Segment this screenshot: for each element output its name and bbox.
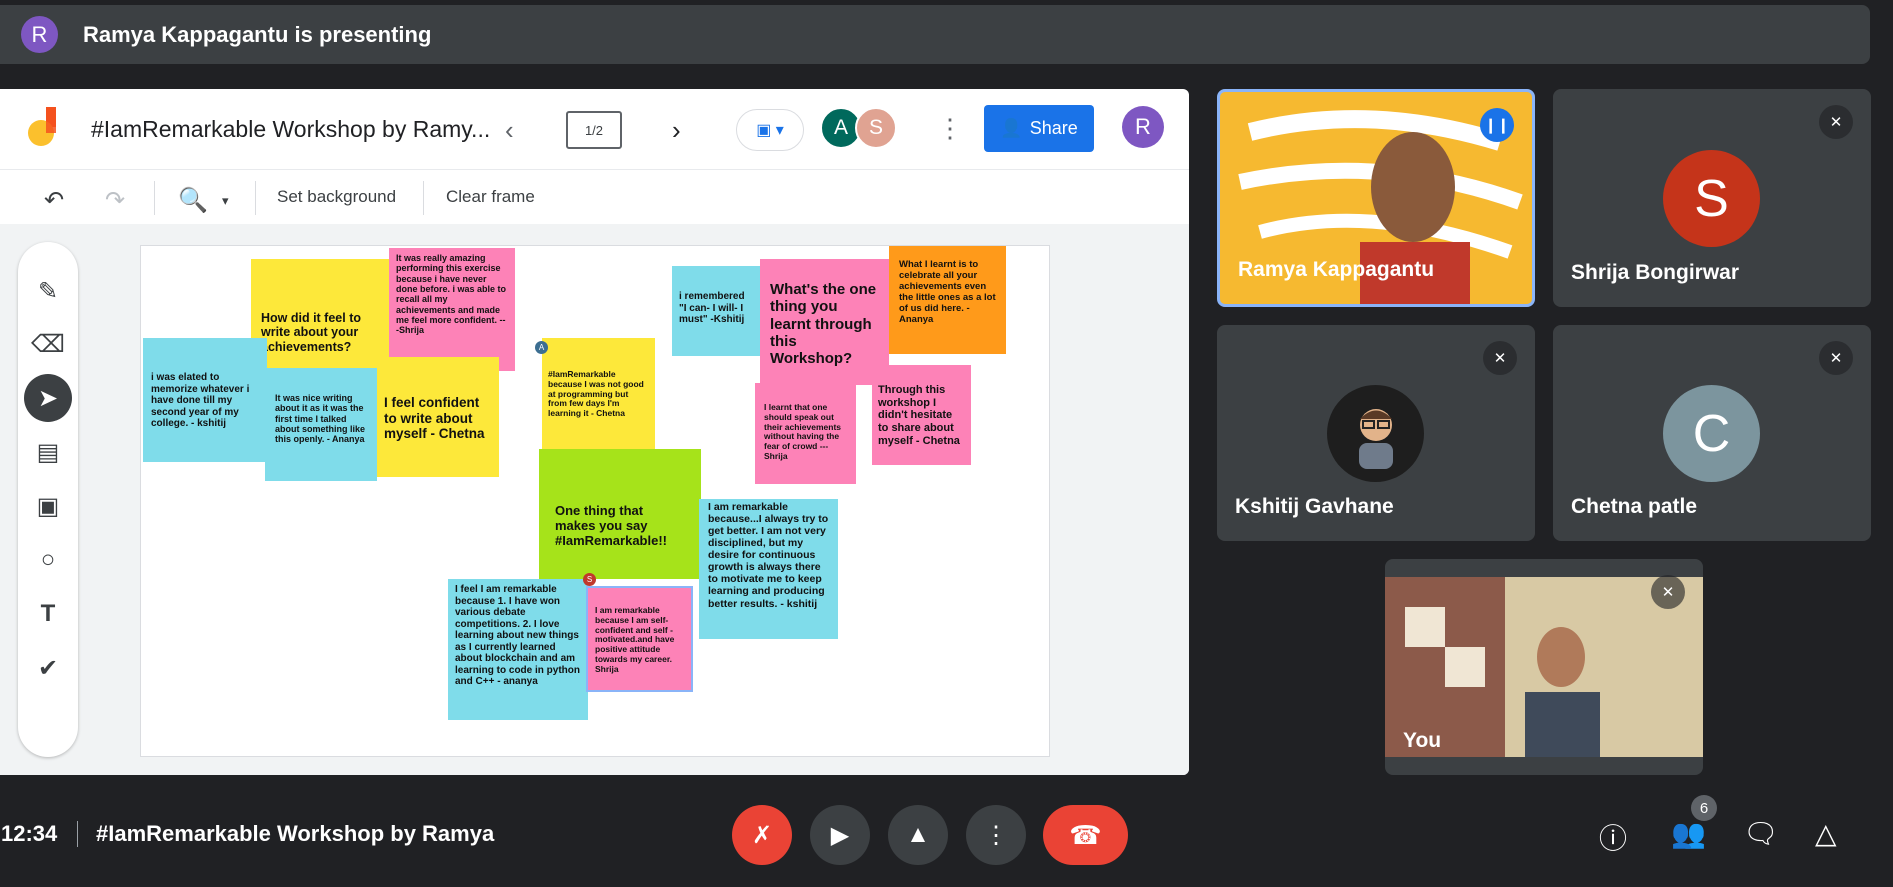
microphone-toggle-button[interactable]: ✗ (732, 805, 792, 865)
end-call-icon: ☎ (1069, 819, 1102, 850)
sticky-note[interactable]: What's the one thing you learnt through … (760, 259, 889, 385)
collaborator-cursor: S (583, 573, 596, 586)
sticky-note[interactable]: I learnt that one should speak out their… (755, 383, 856, 484)
participant-tile-self[interactable]: ✕ You (1385, 559, 1703, 775)
jamboard-header: #IamRemarkable Workshop by Ramy... ‹ 1/2… (0, 89, 1189, 169)
sticky-note-icon[interactable]: ▤ (24, 428, 72, 476)
mic-off-icon: ✕ (1483, 341, 1517, 375)
participant-name: Ramya Kappagantu (1238, 258, 1435, 281)
presenting-banner: R Ramya Kappagantu is presenting (0, 5, 1870, 64)
bottom-control-bar: 12:34 #IamRemarkable Workshop by Ramya ✗… (0, 790, 1893, 880)
participant-tile-chetna[interactable]: ✕ C Chetna patle (1553, 325, 1871, 541)
share-button[interactable]: 👤 Share (984, 105, 1094, 152)
collaborator-avatar-s[interactable]: S (855, 107, 897, 149)
mic-off-icon: ✗ (751, 821, 773, 849)
clear-frame-button[interactable]: Clear frame (446, 187, 535, 207)
presenter-avatar: R (21, 16, 58, 53)
activities-icon[interactable]: △ (1815, 817, 1837, 850)
next-frame-icon[interactable]: › (672, 115, 681, 146)
prev-frame-icon[interactable]: ‹ (505, 115, 514, 146)
chat-icon[interactable]: 🗨 (1743, 817, 1779, 850)
meeting-details-icon[interactable]: ⓘ (1599, 817, 1627, 857)
eraser-icon[interactable]: ⌫ (24, 320, 72, 368)
people-icon[interactable]: 👥 (1671, 817, 1706, 850)
mic-off-icon: ✕ (1651, 575, 1685, 609)
share-label: Share (1029, 118, 1078, 138)
more-options-button[interactable]: ⋮ (966, 805, 1026, 865)
people-count-badge: 6 (1691, 795, 1717, 821)
cast-icon: ▣ ▾ (756, 122, 784, 139)
set-background-button[interactable]: Set background (277, 187, 396, 207)
laser-icon[interactable]: ✔ (24, 644, 72, 692)
toolbar-divider (423, 181, 424, 215)
jamboard-logo-icon (28, 107, 56, 146)
participant-name: You (1403, 729, 1442, 752)
toolbar-divider (154, 181, 155, 215)
zoom-icon[interactable]: 🔍 (178, 186, 208, 215)
camera-icon: ▶ (830, 821, 850, 849)
presenting-text: Ramya Kappagantu is presenting (83, 21, 432, 47)
add-person-icon: 👤 (1000, 118, 1023, 138)
memoji-avatar (1327, 385, 1424, 482)
jam-title[interactable]: #IamRemarkable Workshop by Ramy... (91, 116, 490, 143)
participant-tile-kshitij[interactable]: ✕ Kshitij Gavhane (1217, 325, 1535, 541)
sticky-note[interactable]: It was nice writing about it as it was t… (265, 368, 377, 481)
frame-bar-button[interactable]: 1/2 (566, 111, 622, 149)
undo-icon[interactable]: ↶ (44, 186, 64, 215)
sticky-note[interactable]: #IamRemarkable because I was not good at… (542, 338, 655, 450)
zoom-dropdown-icon[interactable]: ▾ (222, 193, 229, 209)
memoji-icon (1358, 408, 1393, 469)
present-now-button[interactable]: ▲ (888, 805, 948, 865)
participant-avatar: S (1663, 150, 1760, 247)
sticky-note[interactable]: i remembered "I can- I will- I must" -Ks… (672, 266, 760, 356)
participant-avatar: C (1663, 385, 1760, 482)
participant-name: Kshitij Gavhane (1235, 495, 1394, 518)
participant-tile-ramya[interactable]: ❙❙ Ramya Kappagantu (1217, 89, 1535, 307)
account-avatar[interactable]: R (1122, 106, 1164, 148)
sticky-note[interactable]: I feel I am remarkable because 1. I have… (448, 579, 588, 720)
pen-icon[interactable]: ✎ (24, 267, 72, 315)
sticky-note[interactable]: What I learnt is to celebrate all your a… (889, 246, 1006, 354)
circle-shape-icon[interactable]: ○ (24, 536, 72, 584)
participant-name: Chetna patle (1571, 495, 1698, 518)
tool-palette: ✎ ⌫ ➤ ▤ ▣ ○ T ✔ (18, 242, 78, 757)
collaborator-cursor: A (535, 341, 548, 354)
sticky-note[interactable]: I feel confident to write about myself -… (377, 357, 499, 477)
participant-tile-shrija[interactable]: ✕ S Shrija Bongirwar (1553, 89, 1871, 307)
select-pointer-icon[interactable]: ➤ (24, 374, 72, 422)
sticky-note[interactable]: One thing that makes you say #IamRemarka… (539, 449, 701, 579)
redo-icon[interactable]: ↷ (105, 186, 125, 215)
participant-name: Shrija Bongirwar (1571, 261, 1740, 284)
jamboard-toolbar: ↶ ↷ 🔍 ▾ Set background Clear frame (0, 169, 1189, 224)
more-options-icon[interactable]: ⋮ (937, 113, 963, 144)
sticky-note[interactable]: It was really amazing performing this ex… (389, 248, 515, 371)
text-box-icon[interactable]: T (24, 590, 72, 638)
sticky-note[interactable]: i was elated to memorize whatever i have… (143, 338, 267, 462)
camera-toggle-button[interactable]: ▶ (810, 805, 870, 865)
present-screen-icon: ▲ (906, 821, 930, 848)
meeting-time: 12:34 (1, 821, 58, 846)
sticky-note[interactable]: I am remarkable because...I always try t… (699, 499, 838, 639)
mic-off-icon: ✕ (1819, 341, 1853, 375)
meeting-title: #IamRemarkable Workshop by Ramya (96, 821, 495, 846)
sticky-note[interactable]: Through this workshop I didn't hesitate … (872, 365, 971, 465)
toolbar-divider (255, 181, 256, 215)
sticky-note[interactable]: How did it feel to write about your achi… (251, 259, 391, 371)
image-icon[interactable]: ▣ (24, 482, 72, 530)
shared-screen: #IamRemarkable Workshop by Ramy... ‹ 1/2… (0, 89, 1189, 775)
mic-off-icon: ✕ (1819, 105, 1853, 139)
frame-counter: 1/2 (584, 122, 604, 138)
cast-button[interactable]: ▣ ▾ (736, 109, 804, 151)
bar-divider (77, 821, 78, 847)
more-vert-icon: ⋮ (984, 821, 1008, 849)
sticky-note[interactable]: I am remarkable because I am self-confid… (586, 586, 693, 692)
jam-frame: How did it feel to write about your achi… (140, 245, 1050, 757)
speaking-indicator-icon: ❙❙ (1480, 108, 1514, 142)
leave-call-button[interactable]: ☎ (1043, 805, 1128, 865)
